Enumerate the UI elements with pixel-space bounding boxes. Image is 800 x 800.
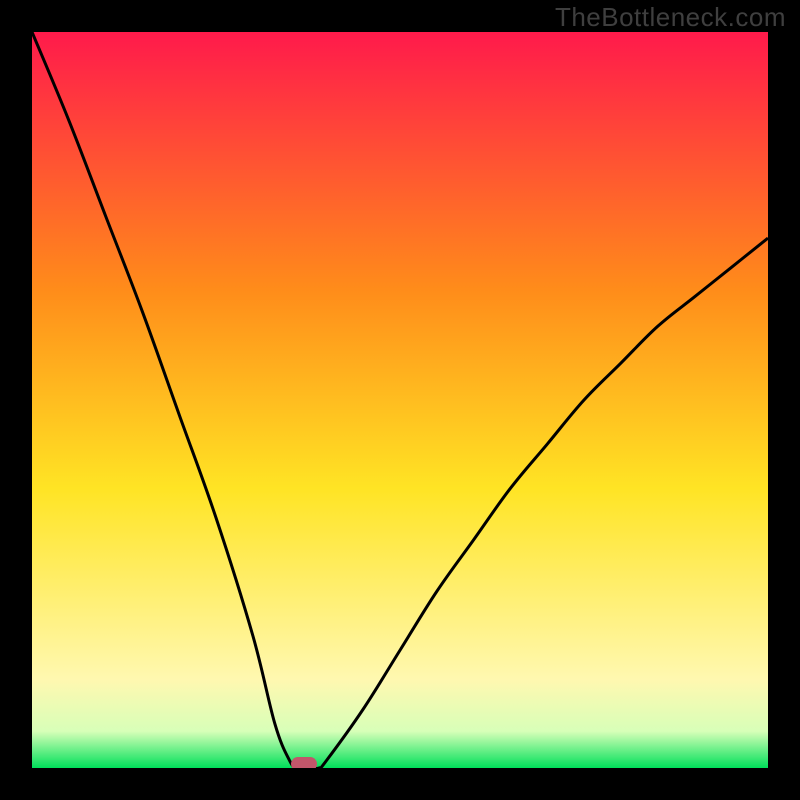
watermark-text: TheBottleneck.com xyxy=(555,2,786,33)
plot-area xyxy=(32,32,768,768)
chart-svg xyxy=(32,32,768,768)
chart-frame: TheBottleneck.com xyxy=(0,0,800,800)
gradient-background xyxy=(32,32,768,768)
minimum-marker xyxy=(291,757,317,768)
